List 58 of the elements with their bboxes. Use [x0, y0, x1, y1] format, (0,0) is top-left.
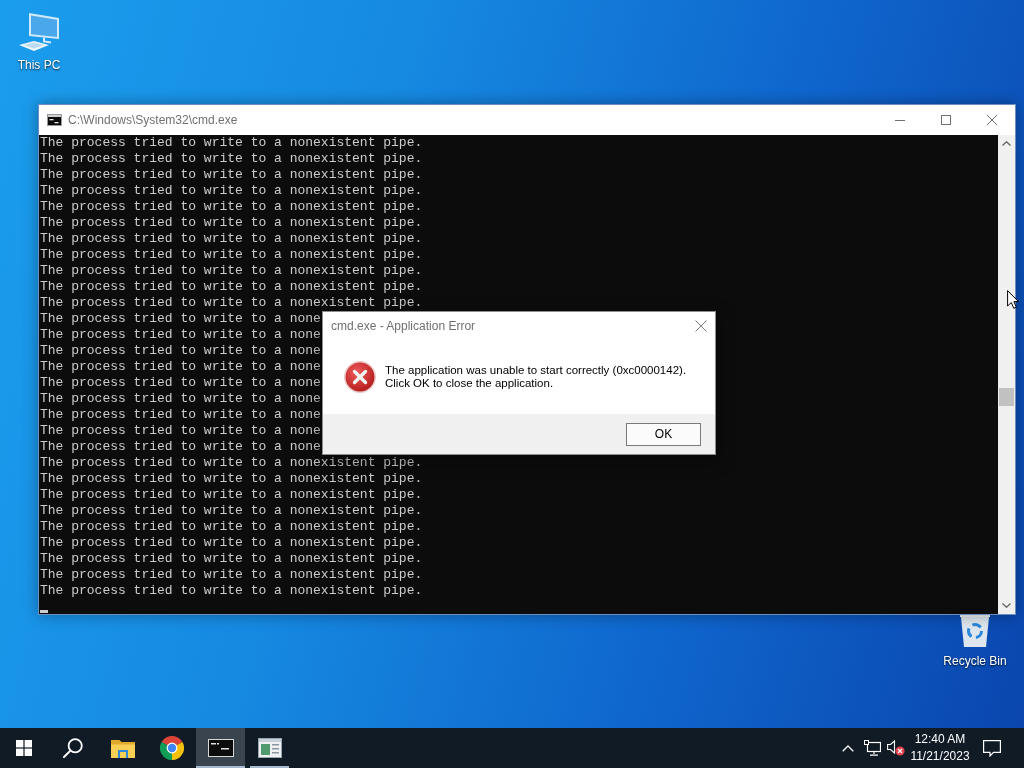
console-line: The process tried to write to a nonexistent pipe. — [40, 519, 423, 535]
console-line: The process tried to write to a none — [40, 391, 321, 407]
clock-button[interactable]: 12:40 AM 11/21/2023 — [908, 728, 972, 768]
dialog-title: cmd.exe - Application Error — [331, 318, 476, 335]
taskbar-button[interactable] — [196, 728, 245, 768]
console-line: The process tried to write to a nonexistent pipe. — [40, 487, 423, 503]
minimize-icon — [895, 119, 905, 121]
recycle-bin-icon[interactable] — [957, 612, 993, 648]
console-line: The process tried to write to a nonexistent pipe. — [40, 215, 423, 231]
console-line: The process tried to write to a nonexistent pipe. — [40, 295, 423, 311]
search-icon — [63, 738, 83, 758]
console-line: The process tried to write to a nonexistent pipe. — [40, 231, 423, 247]
console-line: The process tried to write to a nonexistent pipe. — [40, 535, 423, 551]
computer-icon[interactable] — [18, 12, 60, 52]
console-line: The process tried to write to a nonexistent pipe. — [40, 279, 423, 295]
close-icon[interactable] — [695, 320, 707, 332]
maximize-icon — [941, 115, 951, 125]
window-icon — [257, 738, 282, 758]
console-line: The process tried to write to a nonexistent pipe. — [40, 567, 423, 583]
console-line: The process tried to write to a nonexistent pipe. — [40, 583, 423, 599]
text-cursor-icon — [40, 610, 48, 613]
time-text: 12:40 AM — [914, 731, 966, 748]
error-message: The application was unable to start correctly (0xc0000142). Click OK to close the application. — [385, 364, 687, 390]
window-title: C:\Windows\System32\cmd.exe — [68, 112, 238, 129]
windows-logo-icon — [16, 740, 32, 756]
console-line: The process tried to write to a nonexistent pipe. — [40, 167, 423, 183]
speaker-muted-icon[interactable] — [887, 740, 905, 756]
console-line: The process tried to write to a nonexistent pipe. — [40, 135, 423, 151]
monitor-icon[interactable] — [863, 740, 881, 756]
terminal-icon — [207, 739, 234, 757]
date-text: 11/21/2023 — [910, 748, 970, 765]
folder-icon — [110, 738, 135, 758]
console-line: The process tried to write to a nonexistent pipe. — [40, 551, 423, 567]
console-line: The process tried to write to a nonexistent pipe. — [40, 503, 423, 519]
console-line: The process tried to write to a none — [40, 423, 321, 439]
console-line: The process tried to write to a nonexistent pipe. — [40, 183, 423, 199]
terminal-icon — [47, 114, 62, 126]
ok-button[interactable]: OK — [626, 422, 701, 446]
console-line: The process tried to write to a nonexistent pipe. — [40, 263, 423, 279]
console-line: The process tried to write to a nonexistent pipe. — [40, 247, 423, 263]
console-line: The process tried to write to a none — [40, 327, 321, 343]
console-line: The process tried to write to a none — [40, 311, 321, 327]
scroll-thumb[interactable] — [999, 388, 1014, 406]
console-line: The process tried to write to a nonexistent pipe. — [40, 151, 423, 167]
console-line: The process tried to write to a nonexistent pipe. — [40, 199, 423, 215]
console-line: The process tried to write to a none — [40, 375, 321, 391]
console-line: The process tried to write to a none — [40, 359, 321, 375]
console-line: The process tried to write to a none — [40, 343, 321, 359]
browser-icon — [159, 736, 184, 760]
console-line: The process tried to write to a nonexistent pipe. — [40, 455, 423, 471]
scrollbar[interactable] — [998, 135, 1015, 614]
console-line: The process tried to write to a none — [40, 439, 321, 455]
console-line: The process tried to write to a nonexistent pipe. — [40, 471, 423, 487]
error-icon — [344, 361, 376, 393]
chevron-down-icon[interactable] — [1002, 603, 1011, 608]
speech-bubble-icon[interactable] — [983, 739, 1001, 757]
close-icon — [987, 115, 997, 125]
console-line: The process tried to write to a none — [40, 407, 321, 423]
